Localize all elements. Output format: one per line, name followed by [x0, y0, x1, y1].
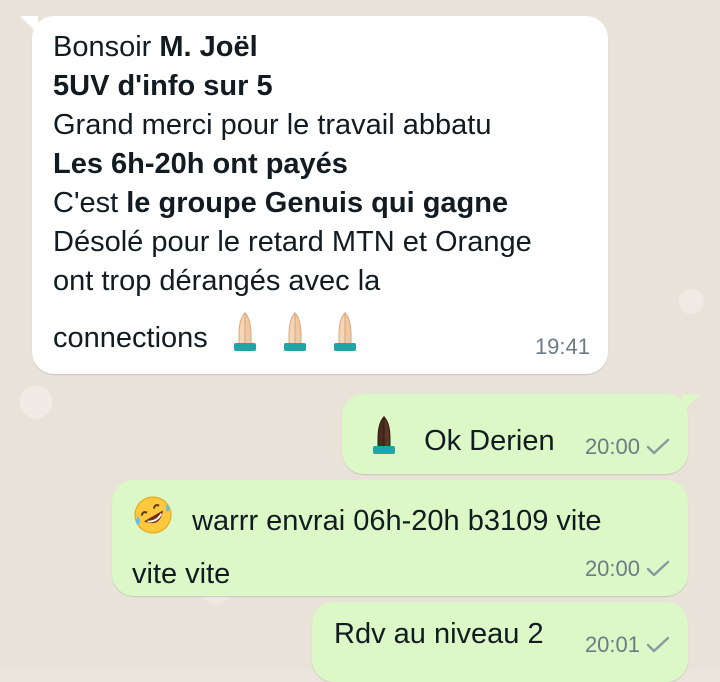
- folded-hands-dark-icon: [366, 414, 402, 467]
- message-body: Bonsoir M. Joël 5UV d'info sur 5 Grand m…: [53, 28, 532, 364]
- message-text-bold: le groupe Genuis qui gagne: [126, 187, 509, 219]
- rolling-laughing-face-icon: [132, 494, 174, 547]
- check-icon: [646, 438, 670, 454]
- message-line: Désolé pour le retard MTN et Orange: [53, 226, 532, 258]
- message-timestamp: 20:01: [585, 625, 670, 664]
- message-line: Les 6h-20h ont payés: [53, 148, 348, 180]
- message-text: connections: [53, 322, 208, 354]
- check-icon: [646, 560, 670, 576]
- message-line: Grand merci pour le travail abbatu: [53, 109, 492, 141]
- message-line: C'est le groupe Genuis qui gagne: [53, 184, 532, 223]
- outgoing-message[interactable]: Rdv au niveau 2 20:01: [312, 602, 688, 682]
- timestamp-text: 20:00: [584, 556, 640, 581]
- message-text: C'est: [53, 187, 127, 219]
- message-text: vite vite: [132, 558, 231, 590]
- message-line: Bonsoir M. Joël: [53, 28, 532, 67]
- check-icon: [646, 636, 670, 652]
- timestamp-text: 20:00: [584, 434, 640, 459]
- message-body: Ok Derien: [366, 414, 555, 467]
- timestamp-text: 19:41: [534, 334, 590, 359]
- message-timestamp: 19:41: [535, 327, 590, 366]
- bubble-tail: [20, 16, 38, 34]
- folded-hands-icon: [226, 309, 264, 364]
- outgoing-message[interactable]: warrr envrai 06h-20h b3109 vite vite vit…: [112, 480, 688, 596]
- folded-hands-icon: [276, 309, 314, 364]
- message-text: Ok Derien: [424, 425, 555, 457]
- folded-hands-icon: [326, 309, 364, 364]
- message-timestamp: 20:00: [585, 549, 670, 588]
- message-line: 5UV d'info sur 5: [53, 70, 273, 102]
- message-line: connections: [53, 309, 532, 364]
- bubble-tail: [682, 394, 700, 412]
- incoming-message[interactable]: Bonsoir M. Joël 5UV d'info sur 5 Grand m…: [20, 16, 608, 374]
- timestamp-text: 20:01: [584, 632, 640, 657]
- message-text: Rdv au niveau 2: [334, 618, 544, 650]
- message-body: warrr envrai 06h-20h b3109 vite vite vit…: [132, 494, 602, 594]
- message-line: ont trop dérangés avec la: [53, 265, 381, 297]
- message-line: warrr envrai 06h-20h b3109 vite: [132, 494, 602, 547]
- message-text: warrr envrai 06h-20h b3109 vite: [192, 505, 602, 537]
- outgoing-message[interactable]: Ok Derien 20:00: [342, 394, 700, 474]
- message-timestamp: 20:00: [585, 427, 670, 466]
- recipient-name: M. Joël: [159, 31, 258, 63]
- greeting-text: Bonsoir: [53, 31, 160, 63]
